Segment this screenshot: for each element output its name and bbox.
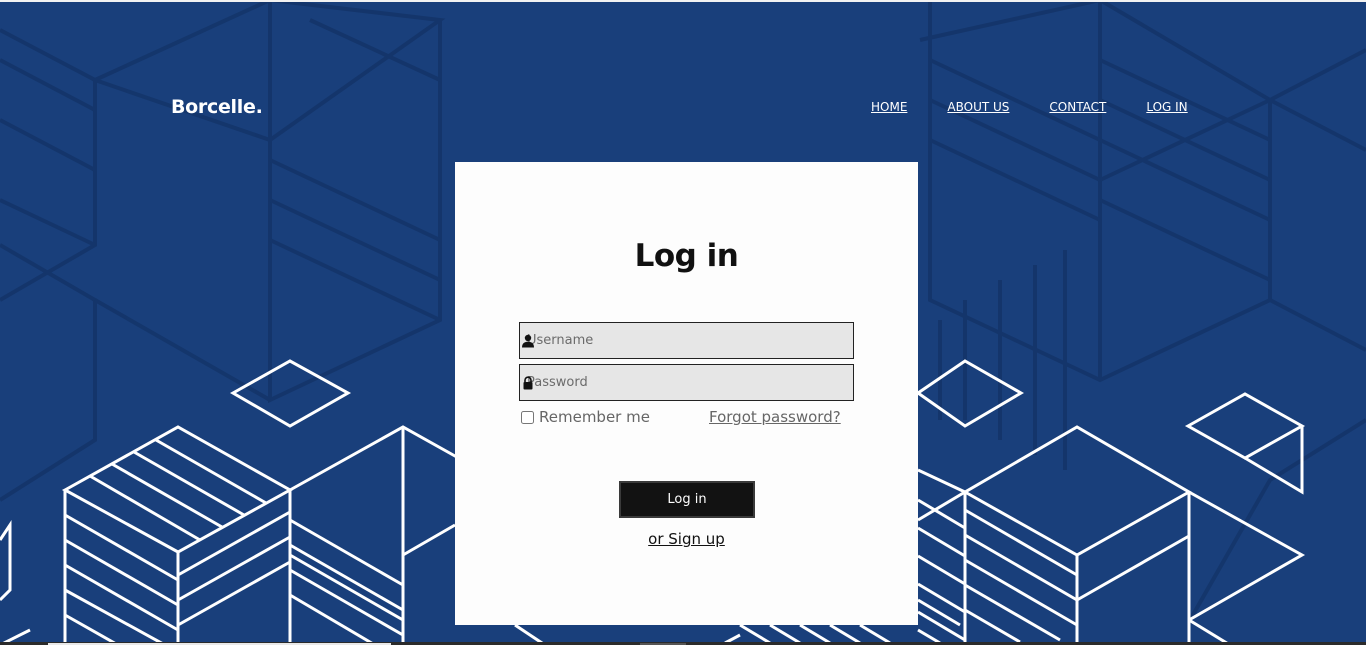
nav-item-log-in[interactable]: LOG IN (1146, 100, 1187, 114)
nav-item-about-us[interactable]: ABOUT US (947, 100, 1009, 114)
nav-item-home[interactable]: HOME (871, 100, 907, 114)
signup-link[interactable]: or Sign up (455, 530, 918, 548)
top-edge-line (0, 0, 1366, 2)
password-input[interactable] (520, 365, 853, 400)
forgot-password-link[interactable]: Forgot password? (709, 408, 841, 426)
remember-me-label: Remember me (539, 408, 650, 426)
password-field-wrapper (519, 364, 854, 401)
remember-me-checkbox[interactable] (521, 410, 534, 424)
brand-logo[interactable]: Borcelle. (171, 96, 263, 118)
username-field-wrapper (519, 322, 854, 359)
username-input[interactable] (520, 323, 853, 358)
login-card: Log in Remember me Forgot password? Log … (455, 162, 918, 625)
login-title: Log in (634, 238, 739, 274)
nav-item-contact[interactable]: CONTACT (1049, 100, 1106, 114)
login-button[interactable]: Log in (619, 481, 755, 518)
main-nav: HOME ABOUT US CONTACT LOG IN (871, 100, 1188, 114)
remember-me: Remember me (521, 408, 650, 426)
